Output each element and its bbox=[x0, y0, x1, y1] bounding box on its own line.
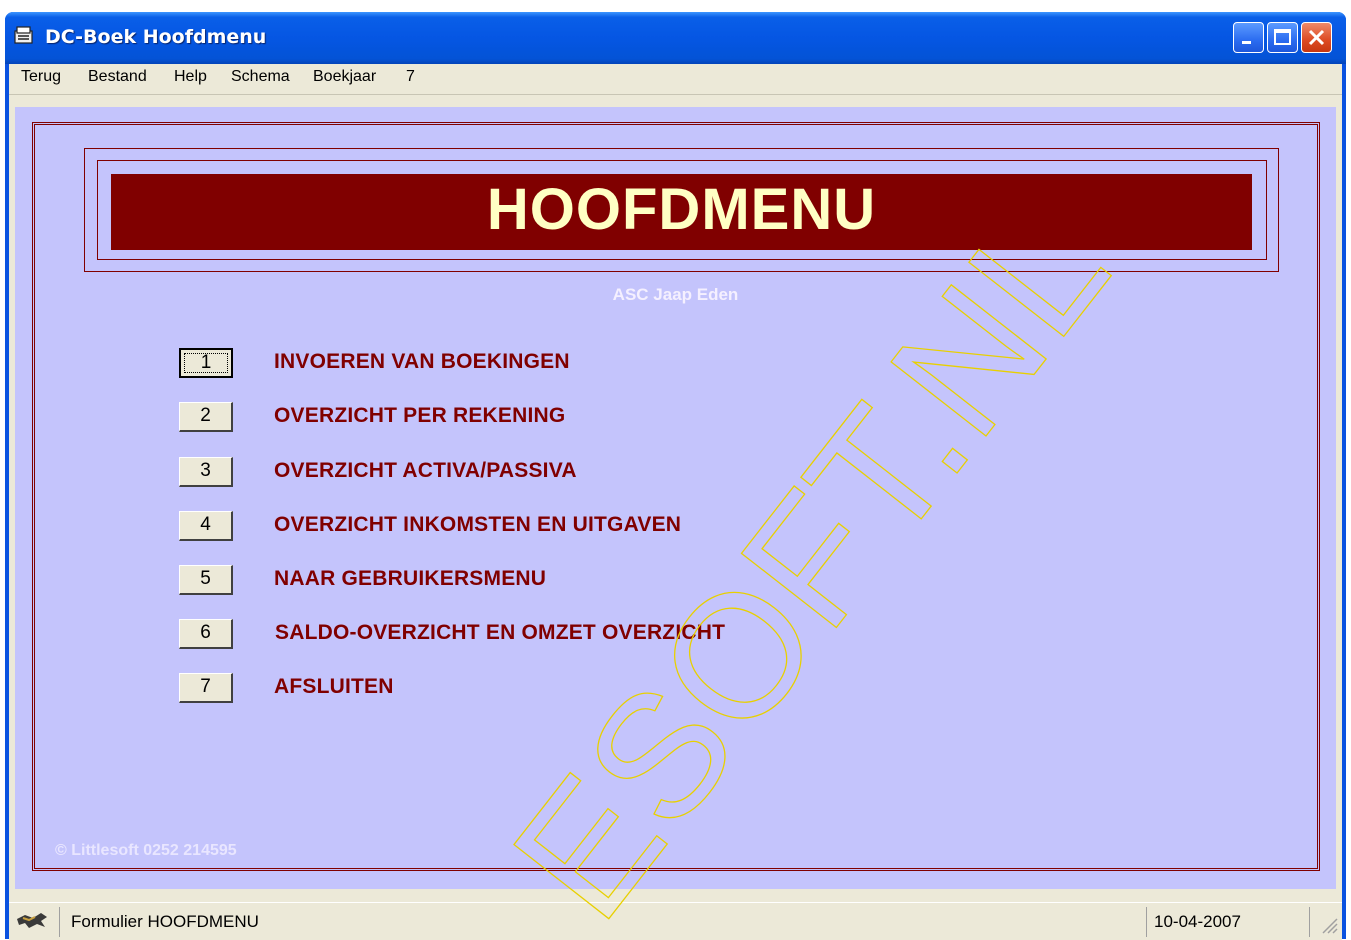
copyright-text: © Littlesoft 0252 214595 bbox=[55, 842, 237, 859]
menu-bestand[interactable]: Bestand bbox=[86, 68, 149, 86]
menu-button-6[interactable]: 6 bbox=[179, 619, 233, 649]
menu-bar: Terug Bestand Help Schema Boekjaar 7 bbox=[9, 64, 1342, 95]
maximize-button[interactable] bbox=[1267, 22, 1298, 53]
menu-button-5[interactable]: 5 bbox=[179, 565, 233, 595]
menu-button-key: 2 bbox=[200, 405, 211, 426]
minimize-icon bbox=[1242, 41, 1251, 44]
resize-grip-icon[interactable] bbox=[1319, 915, 1339, 935]
menu-schema[interactable]: Schema bbox=[229, 68, 292, 86]
menu-help[interactable]: Help bbox=[172, 68, 209, 86]
menu-terug[interactable]: Terug bbox=[19, 68, 63, 86]
menu-label-7[interactable]: AFSLUITEN bbox=[274, 675, 394, 699]
main-form: HOOFDMENU ASC Jaap Eden 1 INVOEREN VAN B… bbox=[15, 107, 1336, 889]
app-icon bbox=[14, 26, 33, 44]
focus-rectangle bbox=[184, 353, 228, 373]
menu-button-key: 4 bbox=[200, 514, 211, 535]
menu-button-4[interactable]: 4 bbox=[179, 511, 233, 541]
menu-button-1[interactable]: 1 bbox=[179, 348, 233, 378]
minimize-button[interactable] bbox=[1233, 22, 1264, 53]
status-app-icon bbox=[17, 913, 47, 928]
status-separator bbox=[1309, 907, 1310, 937]
organization-name: ASC Jaap Eden bbox=[612, 285, 739, 304]
menu-7[interactable]: 7 bbox=[404, 68, 417, 86]
menu-button-7[interactable]: 7 bbox=[179, 673, 233, 703]
window-title: DC-Boek Hoofdmenu bbox=[45, 26, 267, 48]
status-message: Formulier HOOFDMENU bbox=[71, 912, 259, 931]
close-icon bbox=[1308, 29, 1325, 46]
menu-label-4[interactable]: OVERZICHT INKOMSTEN EN UITGAVEN bbox=[274, 513, 681, 537]
status-date: 10-04-2007 bbox=[1154, 912, 1241, 931]
status-bar: Formulier HOOFDMENU 10-04-2007 bbox=[9, 902, 1342, 940]
client-area: Terug Bestand Help Schema Boekjaar 7 HOO… bbox=[9, 64, 1342, 940]
menu-button-key: 3 bbox=[200, 460, 211, 481]
menu-label-2[interactable]: OVERZICHT PER REKENING bbox=[274, 404, 565, 428]
title-bar[interactable]: DC-Boek Hoofdmenu bbox=[5, 12, 1346, 64]
menu-button-key: 6 bbox=[200, 622, 211, 643]
menu-button-3[interactable]: 3 bbox=[179, 457, 233, 487]
menu-button-2[interactable]: 2 bbox=[179, 402, 233, 432]
menu-label-5[interactable]: NAAR GEBRUIKERSMENU bbox=[274, 567, 546, 591]
banner: HOOFDMENU bbox=[111, 174, 1252, 250]
status-separator bbox=[59, 907, 60, 937]
close-button[interactable] bbox=[1301, 22, 1332, 53]
menu-label-6[interactable]: SALDO-OVERZICHT EN OMZET OVERZICHT bbox=[275, 621, 725, 645]
application-window: DC-Boek Hoofdmenu Terug Bestand Help Sch… bbox=[5, 12, 1346, 940]
menu-button-key: 5 bbox=[200, 568, 211, 589]
menu-label-3[interactable]: OVERZICHT ACTIVA/PASSIVA bbox=[274, 459, 577, 483]
maximize-icon bbox=[1274, 29, 1291, 45]
status-separator bbox=[1146, 907, 1147, 937]
menu-button-key: 7 bbox=[200, 676, 211, 697]
menu-boekjaar[interactable]: Boekjaar bbox=[311, 68, 378, 86]
page-title: HOOFDMENU bbox=[486, 177, 877, 242]
menu-label-1[interactable]: INVOEREN VAN BOEKINGEN bbox=[274, 350, 570, 374]
